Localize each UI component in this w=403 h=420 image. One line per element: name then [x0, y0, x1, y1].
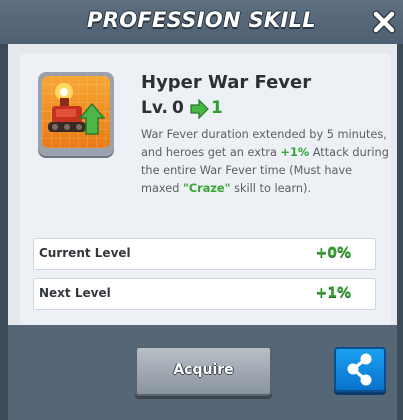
description-text-3: skill to learn). — [230, 182, 312, 195]
stat-label: Next Level — [39, 286, 111, 300]
dialog-header: PROFESSION SKILL — [0, 0, 403, 46]
description-bonus: +1% — [280, 146, 310, 159]
acquire-button-label: Acquire — [173, 362, 234, 378]
stat-row-current-level: Current Level +0% — [33, 238, 376, 270]
share-button[interactable] — [334, 347, 386, 392]
dialog-title: PROFESSION SKILL — [87, 8, 316, 32]
close-button[interactable] — [371, 9, 397, 35]
arrow-right-icon — [190, 99, 209, 119]
skill-icon-frame — [38, 72, 114, 156]
stat-label: Current Level — [39, 246, 131, 260]
skill-name: Hyper War Fever — [141, 72, 312, 93]
stat-value: +1% — [315, 285, 352, 301]
skill-icon-background — [42, 76, 110, 148]
description-required-skill: "Craze" — [182, 182, 231, 195]
share-icon — [347, 353, 372, 386]
background-left-edge — [0, 0, 8, 420]
next-level-value: 1 — [211, 98, 223, 118]
level-label: Lv. — [141, 98, 168, 118]
war-tank-skill-icon — [48, 83, 106, 135]
skill-description: War Fever duration extended by 5 minutes… — [141, 126, 391, 198]
background-right-edge — [397, 0, 403, 420]
close-icon — [372, 10, 396, 34]
acquire-button[interactable]: Acquire — [135, 346, 272, 396]
stat-row-next-level: Next Level +1% — [33, 278, 376, 310]
current-level-value: 0 — [172, 98, 184, 118]
stat-value: +0% — [315, 245, 352, 261]
